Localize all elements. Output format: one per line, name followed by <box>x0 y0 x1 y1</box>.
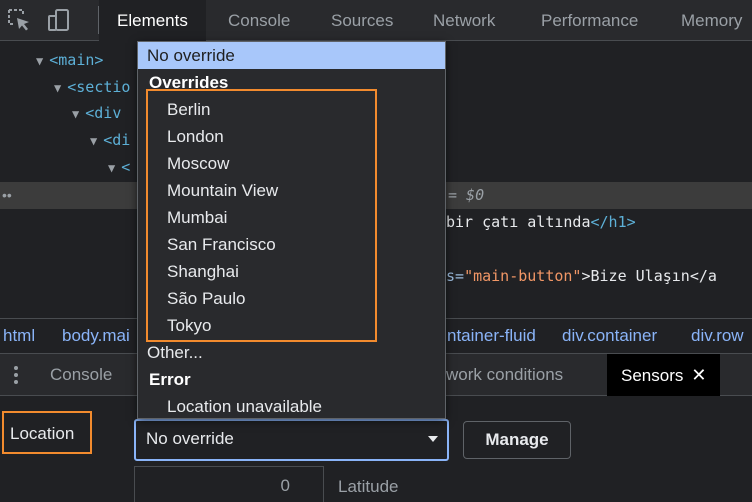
location-select-value: No override <box>146 429 234 448</box>
inspect-element-icon[interactable] <box>6 7 32 33</box>
option-location-unavailable[interactable]: Location unavailable <box>138 393 445 420</box>
selected-node-marker: = $0 <box>448 182 484 208</box>
expand-triangle-icon[interactable]: ▼ <box>90 134 97 148</box>
drawer-tab-network-conditions[interactable]: work conditions <box>446 354 563 396</box>
breadcrumb-container-fluid[interactable]: ntainer-fluid <box>447 319 536 353</box>
breadcrumb-container[interactable]: div.container <box>562 319 657 353</box>
latitude-input[interactable] <box>134 466 324 502</box>
dom-node-div[interactable]: ▼ < <box>108 154 130 180</box>
option-no-override[interactable]: No override <box>138 42 445 69</box>
close-icon[interactable]: ✕ <box>691 365 706 385</box>
tag-section: <sectio <box>67 78 131 96</box>
tab-console[interactable]: Console <box>228 0 290 41</box>
option-tokyo[interactable]: Tokyo <box>138 312 445 339</box>
tag-h1-close: </h1> <box>590 213 636 231</box>
option-mountain-view[interactable]: Mountain View <box>138 177 445 204</box>
button-content: >Bize Ulaşın</a <box>581 267 717 285</box>
tag-div: <di <box>103 131 131 149</box>
sensors-tab-label: Sensors <box>621 366 684 385</box>
tab-elements[interactable]: Elements <box>99 0 206 41</box>
tag-main: <main> <box>49 51 104 69</box>
dollar-zero-label: = $0 <box>448 186 485 204</box>
dom-node-main[interactable]: ▼ <main> <box>36 47 103 73</box>
option-sao-paulo[interactable]: São Paulo <box>138 285 445 312</box>
drawer-tab-sensors[interactable]: Sensors ✕ <box>607 354 721 396</box>
tab-memory[interactable]: Memory <box>681 0 742 41</box>
option-san-francisco[interactable]: San Francisco <box>138 231 445 258</box>
expand-triangle-icon[interactable]: ▼ <box>36 54 43 68</box>
attr-class-name: s= <box>446 267 465 285</box>
more-dots-icon[interactable]: •• <box>2 182 12 209</box>
attr-class-value: "main-button" <box>464 267 582 285</box>
drawer-tab-console[interactable]: Console <box>50 354 112 396</box>
tag-div: < <box>121 158 131 176</box>
optgroup-error: Error <box>149 370 191 389</box>
tab-network[interactable]: Network <box>433 0 495 41</box>
option-mumbai[interactable]: Mumbai <box>138 204 445 231</box>
dom-node-section[interactable]: ▼ <sectio <box>54 74 130 100</box>
location-dropdown-list: No override Overrides Berlin London Mosc… <box>137 41 446 419</box>
breadcrumb-body[interactable]: body.mai <box>62 319 130 353</box>
option-other[interactable]: Other... <box>138 339 445 366</box>
manage-button[interactable]: Manage <box>463 421 571 459</box>
option-london[interactable]: London <box>138 123 445 150</box>
dom-h1-text[interactable]: bir çatı altında</h1> <box>446 209 636 235</box>
chevron-down-icon <box>428 436 438 442</box>
expand-triangle-icon[interactable]: ▼ <box>72 107 79 121</box>
latitude-label: Latitude <box>338 477 399 496</box>
tab-sources[interactable]: Sources <box>331 0 393 41</box>
dom-button-line[interactable]: s="main-button">Bize Ulaşın</a <box>446 263 717 289</box>
optgroup-overrides: Overrides <box>149 73 229 92</box>
kebab-menu-icon[interactable] <box>10 364 22 386</box>
breadcrumb-html[interactable]: html <box>3 319 35 353</box>
option-shanghai[interactable]: Shanghai <box>138 258 445 285</box>
device-toolbar-icon[interactable] <box>46 7 72 33</box>
expand-triangle-icon[interactable]: ▼ <box>54 81 61 95</box>
option-berlin[interactable]: Berlin <box>138 96 445 123</box>
h1-content: bir çatı altında <box>446 213 591 231</box>
expand-triangle-icon[interactable]: ▼ <box>108 161 115 175</box>
dom-node-div[interactable]: ▼ <div <box>72 100 121 126</box>
breadcrumb-row[interactable]: div.row <box>691 319 744 353</box>
option-moscow[interactable]: Moscow <box>138 150 445 177</box>
tab-performance[interactable]: Performance <box>541 0 638 41</box>
location-label: Location <box>10 424 75 443</box>
tag-div: <div <box>85 104 122 122</box>
dom-node-div[interactable]: ▼ <di <box>90 127 130 153</box>
devtools-toolbar: Elements Console Sources Network Perform… <box>0 0 752 41</box>
